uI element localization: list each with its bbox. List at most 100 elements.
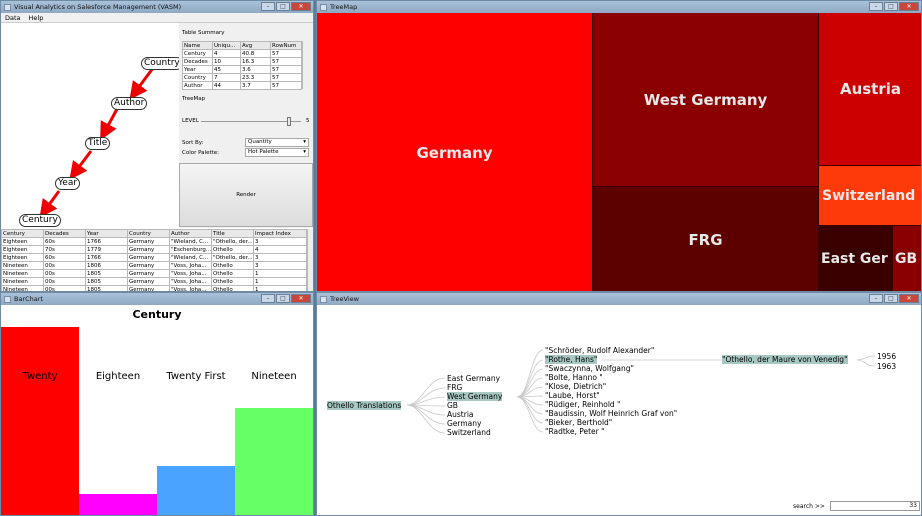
table-row[interactable]: Nineteen 00s 1805 Germany "Voss, Joha... Othe…: [1, 269, 307, 278]
data-header[interactable]: Author: [169, 229, 212, 238]
node-author[interactable]: Author: [111, 97, 148, 110]
tree-author-node[interactable]: "Swaczynna, Wolfgang": [545, 364, 634, 373]
tree-author-node[interactable]: "Bolte, Hanno ": [545, 373, 603, 382]
table-cell: 1766: [85, 253, 128, 262]
tree-country-node[interactable]: Germany: [447, 419, 481, 428]
table-row[interactable]: Eighteen 70s 1779 Germany "Eschenburg... Othe…: [1, 245, 307, 254]
bar-twenty-first[interactable]: [157, 466, 235, 515]
summary-scrollbar[interactable]: [302, 41, 309, 89]
tree-country-node[interactable]: West Germany: [447, 392, 503, 401]
node-country[interactable]: Country: [141, 57, 183, 70]
tree-author-node[interactable]: "Bieker, Berthold": [545, 418, 612, 427]
level-slider-thumb[interactable]: [287, 117, 292, 126]
barchart-title-bar[interactable]: BarChart – □ ✕: [1, 293, 313, 305]
treeview-title-bar[interactable]: TreeView – □ ✕: [317, 293, 921, 305]
minimize-button[interactable]: –: [869, 294, 883, 303]
tree-author-node[interactable]: "Rüdiger, Reinhold ": [545, 400, 621, 409]
summary-row[interactable]: Author 44 3.7 57: [182, 81, 302, 90]
close-button[interactable]: ✕: [291, 294, 311, 303]
maximize-button[interactable]: □: [884, 2, 898, 11]
treemap-title-bar[interactable]: TreeMap – □ ✕: [317, 1, 921, 13]
table-row[interactable]: Nineteen 00s 1805 Germany "Voss, Joha... Othe…: [1, 277, 307, 286]
render-button[interactable]: Render: [179, 163, 313, 227]
treemap-cell-switzerland[interactable]: Switzerland: [819, 166, 921, 226]
app-icon: [320, 3, 327, 11]
summary-header[interactable]: Name: [182, 41, 213, 50]
data-header[interactable]: Decades: [43, 229, 86, 238]
summary-header[interactable]: Uniqu...: [212, 41, 241, 50]
summary-header[interactable]: Avg: [240, 41, 271, 50]
treemap-cell-frg[interactable]: FRG: [593, 187, 819, 291]
tree-year-node[interactable]: 1963: [877, 362, 896, 371]
maximize-button[interactable]: □: [276, 294, 290, 303]
data-table-panel: Century Decades Year Country Author Titl…: [1, 229, 313, 291]
search-input[interactable]: 33: [830, 501, 920, 511]
treemap-cell-austria[interactable]: Austria: [819, 13, 921, 166]
tree-root-node[interactable]: Othello Translations: [327, 401, 402, 410]
table-row[interactable]: Eighteen 60s 1766 Germany "Wieland, C... "Oth…: [1, 237, 307, 246]
main-window: Visual Analytics on Salesforce Managemen…: [0, 0, 314, 292]
treemap-cell-east-germany[interactable]: East Ger: [819, 226, 893, 291]
table-cell: 1806: [85, 261, 128, 270]
sort-label: Sort By:: [182, 140, 204, 146]
data-header[interactable]: Country: [127, 229, 170, 238]
maximize-button[interactable]: □: [276, 2, 290, 11]
tree-author-node[interactable]: "Baudissin, Wolf Heinrich Graf von": [545, 409, 677, 418]
palette-select[interactable]: Hot Palette ▾: [245, 148, 309, 157]
tree-author-node[interactable]: "Klose, Dietrich": [545, 382, 606, 391]
table-cell: Othello: [211, 269, 254, 278]
treemap-cell-label: Switzerland: [822, 187, 916, 204]
data-table[interactable]: Century Decades Year Country Author Titl…: [1, 229, 307, 291]
treemap-cell-west-germany[interactable]: West Germany: [593, 13, 819, 187]
maximize-button[interactable]: □: [884, 294, 898, 303]
level-slider[interactable]: [201, 117, 301, 126]
tree-country-node[interactable]: East Germany: [447, 374, 500, 383]
minimize-button[interactable]: –: [869, 2, 883, 11]
table-cell: 60s: [43, 253, 86, 262]
main-title-bar[interactable]: Visual Analytics on Salesforce Managemen…: [1, 1, 313, 13]
treemap-cell-gb[interactable]: GB: [893, 226, 921, 291]
menu-data[interactable]: Data: [5, 14, 21, 22]
bar-twenty[interactable]: [1, 327, 79, 515]
hierarchy-diagram: Country Author Title Year Century: [1, 23, 183, 228]
tree-title-node[interactable]: "Othello, der Maure von Venedig": [722, 355, 848, 364]
tree-country-node[interactable]: GB: [447, 401, 458, 410]
data-header[interactable]: Title: [211, 229, 254, 238]
close-button[interactable]: ✕: [291, 2, 311, 11]
tree-country-node[interactable]: Switzerland: [447, 428, 491, 437]
table-row[interactable]: Nineteen 00s 1806 Germany "Voss, Joha... Othe…: [1, 261, 307, 270]
table-row[interactable]: Eighteen 60s 1766 Germany "Wieland, C... "Oth…: [1, 253, 307, 262]
tree-year-node[interactable]: 1956: [877, 352, 896, 361]
menu-help[interactable]: Help: [29, 14, 44, 22]
table-cell: Nineteen: [1, 269, 44, 278]
bar-nineteen[interactable]: [235, 407, 313, 515]
node-year[interactable]: Year: [55, 177, 81, 190]
data-table-scrollbar[interactable]: [307, 229, 313, 291]
tree-author-node[interactable]: "Rothe, Hans": [545, 355, 598, 364]
node-century[interactable]: Century: [19, 214, 61, 227]
bar-eighteen[interactable]: [79, 494, 157, 515]
close-button[interactable]: ✕: [899, 2, 919, 11]
summary-header[interactable]: RowNum: [270, 41, 302, 50]
data-header[interactable]: Century: [1, 229, 44, 238]
node-title[interactable]: Title: [85, 137, 111, 150]
render-button-label: Render: [236, 192, 256, 198]
summary-row[interactable]: Year 45 3.6 57: [182, 65, 302, 74]
summary-row[interactable]: Country 7 23.3 57: [182, 73, 302, 82]
tree-country-node[interactable]: Austria: [447, 410, 474, 419]
minimize-button[interactable]: –: [261, 294, 275, 303]
tree-country-node[interactable]: FRG: [447, 383, 462, 392]
treemap-window-title: TreeMap: [330, 3, 358, 11]
tree-author-node[interactable]: "Laube, Horst": [545, 391, 600, 400]
tree-author-node[interactable]: "Radtke, Peter ": [545, 427, 605, 436]
tree-author-node[interactable]: "Schröder, Rudolf Alexander": [545, 346, 654, 355]
minimize-button[interactable]: –: [261, 2, 275, 11]
summary-table[interactable]: Name Uniqu... Avg RowNum Century 4 40.8 57 …: [182, 41, 302, 90]
data-header[interactable]: Year: [85, 229, 128, 238]
sort-select[interactable]: Quantity ▾: [245, 138, 309, 147]
data-header[interactable]: Impact Index: [253, 229, 307, 238]
treemap-cell-germany[interactable]: Germany: [317, 13, 593, 291]
close-button[interactable]: ✕: [899, 294, 919, 303]
summary-row[interactable]: Century 4 40.8 57: [182, 49, 302, 58]
summary-row[interactable]: Decades 10 16.3 57: [182, 57, 302, 66]
